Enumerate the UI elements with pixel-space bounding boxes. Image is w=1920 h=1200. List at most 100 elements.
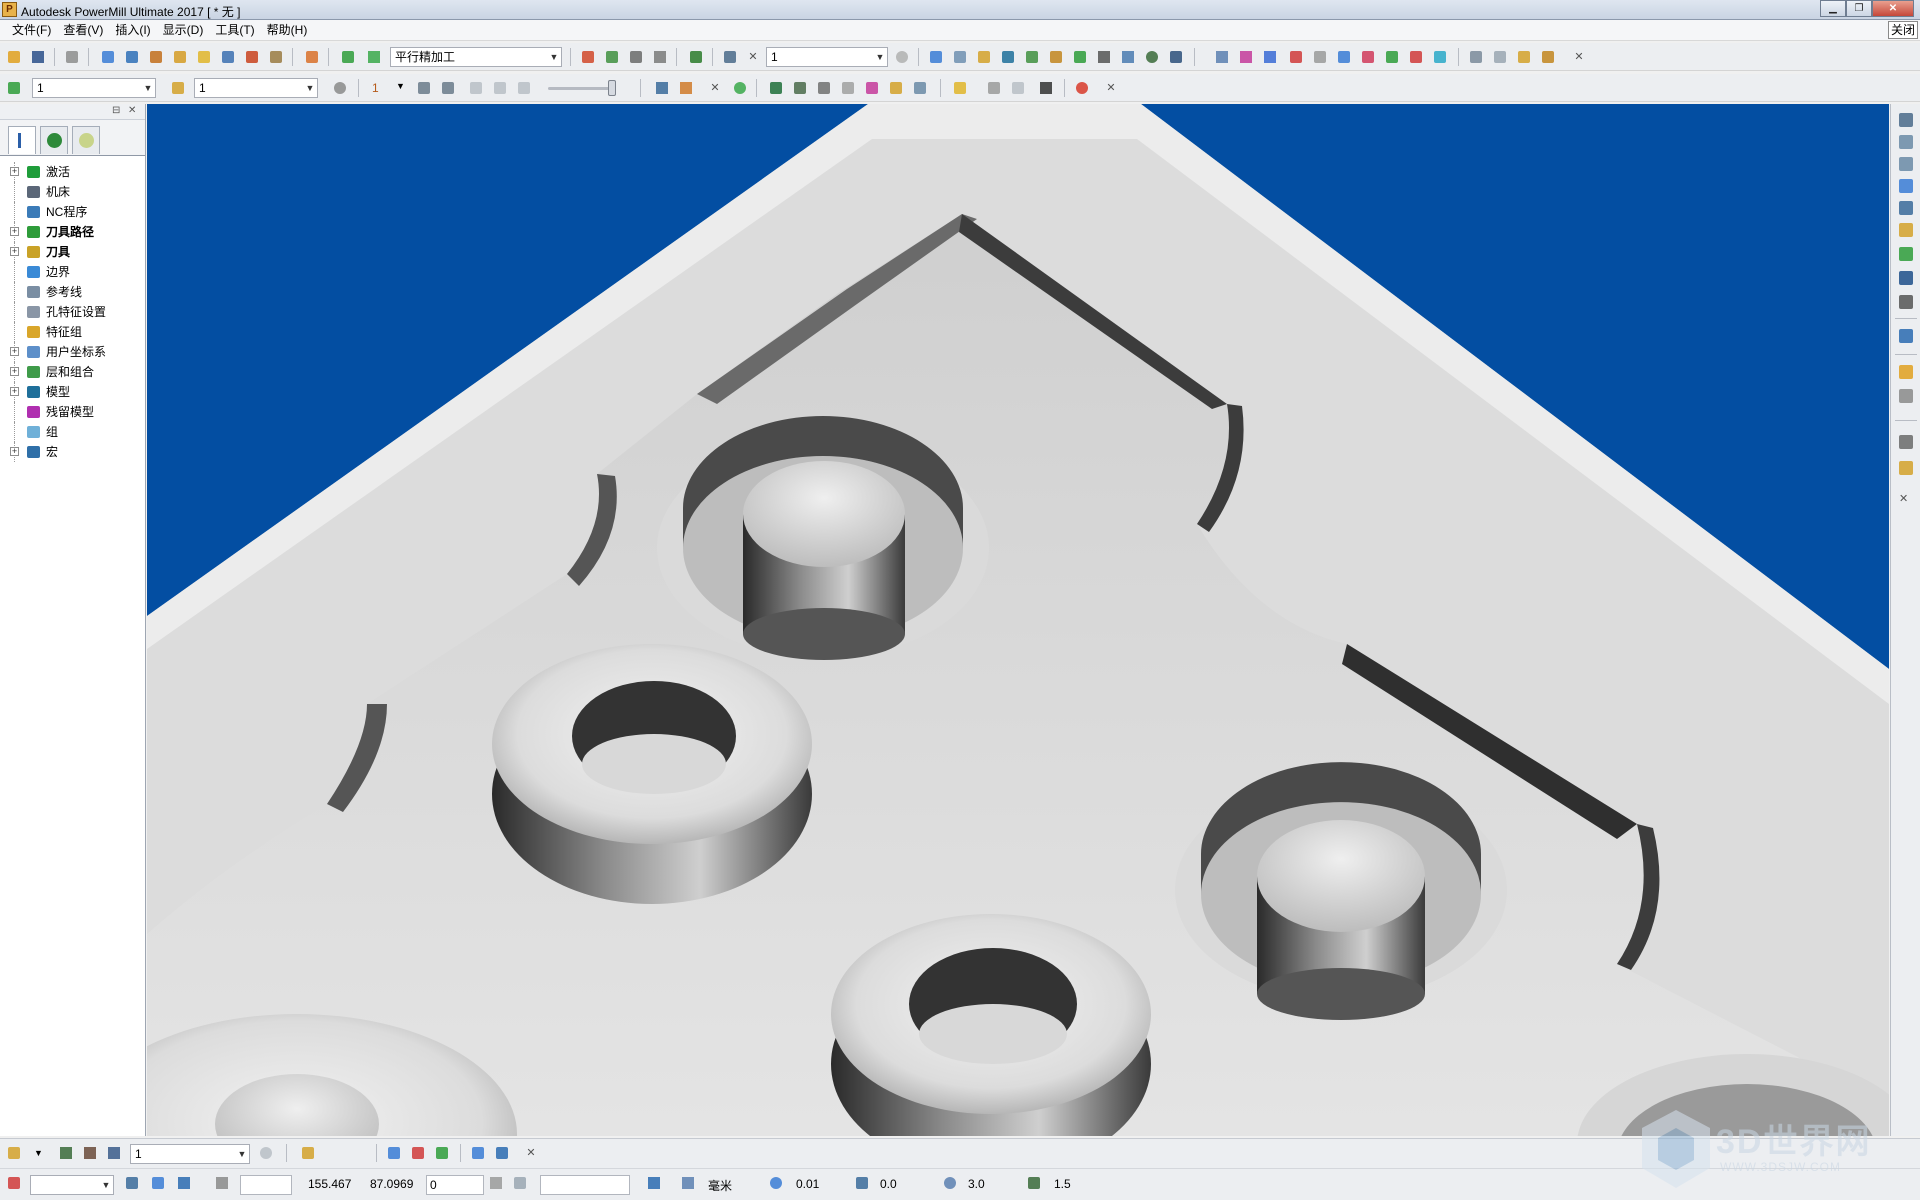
- grid-icon[interactable]: [212, 1174, 232, 1192]
- wireframe-icon[interactable]: [1310, 48, 1330, 66]
- tool-list-combo[interactable]: 1 ▼: [130, 1144, 250, 1164]
- tool-holder-icon[interactable]: [1514, 48, 1534, 66]
- workplane-status-icon[interactable]: [4, 1174, 24, 1192]
- ruler-icon[interactable]: [650, 48, 670, 66]
- copy-icon[interactable]: [1118, 48, 1138, 66]
- model-view-icon[interactable]: [998, 48, 1018, 66]
- start-end-point-icon[interactable]: [242, 48, 262, 66]
- tree-item[interactable]: + 刀具: [0, 242, 145, 262]
- view-side-icon[interactable]: [1896, 154, 1916, 174]
- shade-red-icon[interactable]: [1406, 48, 1426, 66]
- tools-icon[interactable]: [492, 1144, 512, 1162]
- calibration-icon[interactable]: [644, 1174, 664, 1192]
- save-snapshot-icon[interactable]: [1036, 79, 1056, 97]
- close-document-button[interactable]: 关闭: [1888, 21, 1918, 39]
- stock-icon[interactable]: [256, 1144, 276, 1162]
- toolbar-close-icon[interactable]: ✕: [746, 50, 760, 64]
- spiral-icon[interactable]: [950, 48, 970, 66]
- nc-output-icon[interactable]: [602, 48, 622, 66]
- zoom-icon[interactable]: [1466, 48, 1486, 66]
- edit-tool-icon[interactable]: [384, 1144, 404, 1162]
- menu-help[interactable]: 帮助(H): [261, 20, 314, 41]
- shiny-shade-icon[interactable]: [838, 79, 858, 97]
- lead-link-icon[interactable]: [218, 48, 238, 66]
- toolpath-connections-icon[interactable]: [170, 48, 190, 66]
- save-project-icon[interactable]: [28, 48, 48, 66]
- cursor-z-field[interactable]: 0: [426, 1175, 484, 1195]
- block-icon[interactable]: [98, 48, 118, 66]
- menu-file[interactable]: 文件(F): [6, 20, 57, 41]
- draft-view-icon[interactable]: [1260, 48, 1280, 66]
- pen-icon[interactable]: [468, 1144, 488, 1162]
- print-icon[interactable]: [62, 48, 82, 66]
- minimize-button[interactable]: ▁: [1820, 0, 1846, 17]
- feed-rate-icon[interactable]: [146, 48, 166, 66]
- toolbar-close-icon[interactable]: ✕: [524, 1146, 538, 1160]
- globe-icon[interactable]: [40, 126, 68, 154]
- toolpath-icon[interactable]: [338, 48, 358, 66]
- strategy-combo[interactable]: 平行精加工 ▼: [390, 47, 562, 67]
- calculator-icon[interactable]: [626, 48, 646, 66]
- select-cursor-icon[interactable]: [1896, 432, 1916, 452]
- expand-icon[interactable]: +: [10, 447, 19, 456]
- chevron-down-icon[interactable]: ▼: [396, 81, 405, 91]
- view-top-icon[interactable]: [1896, 110, 1916, 130]
- view-iso2-icon[interactable]: [1896, 198, 1916, 218]
- view-front-icon[interactable]: [1896, 132, 1916, 152]
- pin-icon[interactable]: ⊟: [112, 105, 120, 116]
- close-window-button[interactable]: ✕: [1872, 0, 1914, 17]
- cube2-icon[interactable]: [148, 1174, 168, 1192]
- rainbow-shade-icon[interactable]: [862, 79, 882, 97]
- machine-sim-icon[interactable]: [1538, 48, 1558, 66]
- snapshot-icon[interactable]: [984, 79, 1004, 97]
- workplane-icon[interactable]: [1022, 48, 1042, 66]
- zoom-fit-icon[interactable]: [1896, 268, 1916, 288]
- menu-view[interactable]: 查看(V): [57, 20, 109, 41]
- plain-shade-icon[interactable]: [1896, 362, 1916, 382]
- tool-type2-icon[interactable]: [80, 1144, 100, 1162]
- view-iso-icon[interactable]: [1896, 176, 1916, 196]
- snap-icon[interactable]: [510, 1174, 530, 1192]
- recycle-bin-icon[interactable]: [72, 126, 100, 154]
- sim-screen-icon[interactable]: [652, 79, 672, 97]
- free-field[interactable]: [540, 1175, 630, 1195]
- shade-cyan-icon[interactable]: [1430, 48, 1450, 66]
- camera-icon[interactable]: [910, 79, 930, 97]
- tree-item[interactable]: + 用户坐标系: [0, 342, 145, 362]
- tool-combo[interactable]: 1 ▼: [194, 78, 318, 98]
- open-project-icon[interactable]: [4, 48, 24, 66]
- magnet-icon[interactable]: [1358, 48, 1378, 66]
- grid-settings-icon[interactable]: [486, 1174, 506, 1192]
- tree-item[interactable]: 边界: [0, 262, 145, 282]
- tolerance-value[interactable]: 0.01: [796, 1177, 819, 1191]
- tool-database-icon[interactable]: [298, 1144, 318, 1162]
- cube-icon[interactable]: [122, 1174, 142, 1192]
- speed-slider-track[interactable]: [548, 87, 616, 90]
- collision-check-icon[interactable]: [686, 48, 706, 66]
- number-combo[interactable]: 1 ▼: [766, 47, 888, 67]
- select-undo-icon[interactable]: [1896, 458, 1916, 478]
- restore-snapshot-icon[interactable]: [1008, 79, 1028, 97]
- tree-item[interactable]: NC程序: [0, 202, 145, 222]
- expand-icon[interactable]: +: [10, 227, 19, 236]
- rapid-move-icon[interactable]: [122, 48, 142, 66]
- tree-item[interactable]: + 模型: [0, 382, 145, 402]
- menu-display[interactable]: 显示(D): [157, 20, 210, 41]
- tool-icon[interactable]: [194, 48, 214, 66]
- rotate-icon[interactable]: [926, 48, 946, 66]
- menu-insert[interactable]: 插入(I): [109, 20, 156, 41]
- stock-icon[interactable]: [892, 48, 912, 66]
- curvature-view-icon[interactable]: [1236, 48, 1256, 66]
- tool-shade-icon[interactable]: [432, 1144, 452, 1162]
- expand-icon[interactable]: +: [10, 347, 19, 356]
- calculate-icon[interactable]: [578, 48, 598, 66]
- stock-mode-icon[interactable]: [790, 79, 810, 97]
- go-to-start-icon[interactable]: [414, 79, 434, 97]
- shaded-stock-icon[interactable]: [766, 79, 786, 97]
- cut-points-icon[interactable]: [1286, 48, 1306, 66]
- probe-icon[interactable]: [1490, 48, 1510, 66]
- brush-icon[interactable]: [1382, 48, 1402, 66]
- close-icon[interactable]: ✕: [128, 105, 136, 116]
- go-to-end-icon[interactable]: [514, 79, 534, 97]
- chevron-down-icon[interactable]: ▼: [34, 1148, 43, 1158]
